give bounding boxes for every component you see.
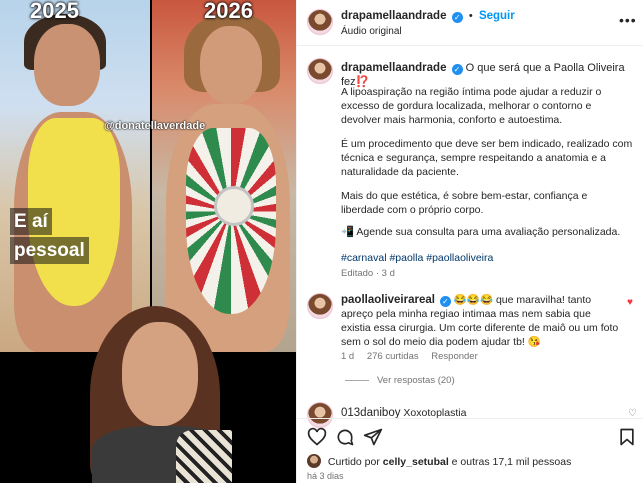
commenter-avatar[interactable]	[307, 293, 333, 319]
post-timestamp[interactable]: há 3 dias	[307, 471, 344, 481]
year-label-left: 2025	[30, 0, 79, 23]
comment-likes[interactable]: 276 curtidas	[367, 351, 419, 362]
share-icon[interactable]	[363, 427, 383, 447]
author-username[interactable]: drapamellaandrade	[341, 10, 446, 22]
caption-username[interactable]: drapamellaandrade	[341, 62, 446, 74]
caption-paragraph-1: A lipoaspiração na região íntima pode aj…	[341, 86, 602, 126]
video-caption-line-2: pessoal	[10, 237, 89, 264]
post-edited-label: Editado · 3 d	[341, 268, 395, 279]
view-replies-button[interactable]: Ver respostas (20)	[345, 375, 455, 386]
video-caption: E aí pessoal	[10, 208, 94, 266]
presenter-scarf	[176, 430, 232, 483]
author-avatar[interactable]	[307, 9, 333, 35]
caption-paragraph-2: É um procedimento que deve ser bem indic…	[341, 138, 633, 178]
replies-line	[345, 379, 369, 381]
audio-label[interactable]: Áudio original	[341, 26, 402, 37]
verified-badge-icon: ✓	[451, 12, 463, 23]
swimsuit-emblem	[214, 186, 254, 226]
caption-paragraph-4: 📲 Agende sua consulta para uma avaliação…	[341, 226, 621, 238]
caption-author-avatar[interactable]	[307, 58, 333, 84]
view-replies-label: Ver respostas (20)	[377, 375, 455, 386]
liker-avatar[interactable]	[307, 454, 321, 468]
comment-like-heart-icon[interactable]: ♥	[627, 297, 633, 308]
liked-by-prefix: Curtido por	[327, 456, 380, 468]
comment-body: paollaoliveirareal ✓ 😂😂😂 que maravilha! …	[341, 293, 623, 349]
video-caption-line-1: E aí	[10, 208, 52, 235]
liked-by-others[interactable]: e outras 17,1 mil pessoas	[452, 456, 572, 468]
person-right-face	[200, 26, 262, 104]
post-media[interactable]: 2025 2026 @donatellaverdade E aí pessoal	[0, 0, 296, 483]
separator-dot: •	[468, 10, 473, 22]
follow-button[interactable]: Seguir	[479, 10, 515, 22]
bookmark-icon[interactable]	[617, 427, 637, 447]
person-left-face	[34, 24, 100, 106]
verified-badge-icon: ✓	[451, 64, 463, 75]
comment-username[interactable]: paollaoliveirareal	[341, 294, 435, 306]
year-label-right: 2026	[204, 0, 253, 23]
comment-icon[interactable]	[335, 427, 355, 447]
comment-age: 1 d	[341, 351, 355, 362]
heart-icon[interactable]	[307, 427, 327, 447]
post-sidebar: drapamellaandrade ✓ • Seguir Áudio origi…	[296, 0, 643, 483]
verified-badge-icon: ✓	[439, 296, 451, 307]
liked-by-line: Curtido por celly_setubal e outras 17,1 …	[307, 454, 571, 468]
caption-paragraph-3: Mais do que estética, é sobre bem-estar,…	[341, 190, 588, 216]
presenter-face	[122, 322, 198, 426]
action-bar	[297, 418, 643, 452]
liked-by-user[interactable]: celly_setubal	[383, 456, 449, 468]
comment-meta: 1 d 276 curtidas Responder	[341, 351, 488, 362]
caption-hashtags[interactable]: #carnaval #paolla #paollaoliveira	[341, 251, 633, 265]
author-line: drapamellaandrade ✓ • Seguir	[341, 10, 515, 23]
post-header: drapamellaandrade ✓ • Seguir Áudio origi…	[297, 0, 643, 46]
reply-button[interactable]: Responder	[431, 351, 477, 362]
watermark-handle: @donatellaverdade	[104, 120, 206, 132]
more-options-icon[interactable]: •••	[619, 12, 637, 28]
